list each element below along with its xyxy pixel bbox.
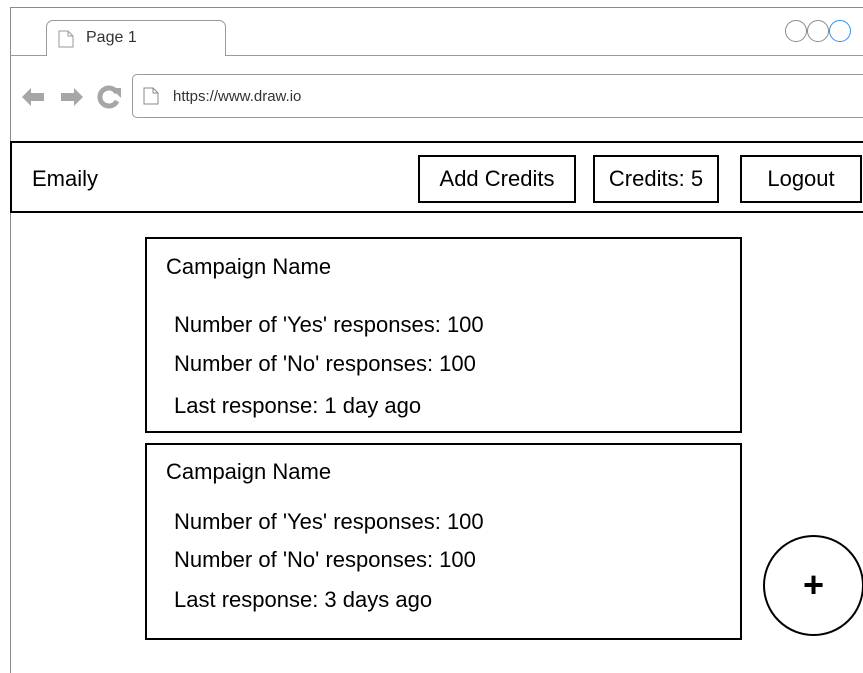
campaign-title: Campaign Name: [166, 254, 332, 279]
last-response-text: Last response: 1 day ago: [174, 393, 422, 418]
no-responses-text: Number of 'No' responses: 100: [174, 351, 476, 376]
logout-button[interactable]: Logout: [740, 155, 862, 203]
browser-tab[interactable]: Page 1: [46, 20, 226, 56]
campaign-card[interactable]: Campaign Name Number of 'Yes' responses:…: [145, 443, 742, 640]
add-credits-button[interactable]: Add Credits: [418, 155, 576, 203]
browser-window: Page 1 https://www.draw.io Emaily Add Cr…: [0, 0, 863, 673]
tab-title: Page 1: [86, 29, 137, 46]
window-control-circle-icon[interactable]: [807, 20, 829, 42]
credits-display: Credits: 5: [593, 155, 719, 203]
brand-logo[interactable]: Emaily: [32, 166, 98, 192]
window-control-circle-icon[interactable]: [829, 20, 851, 42]
add-campaign-button[interactable]: +: [763, 535, 863, 636]
address-bar[interactable]: https://www.draw.io: [132, 74, 863, 118]
yes-responses-text: Number of 'Yes' responses: 100: [174, 509, 484, 534]
campaign-card[interactable]: Campaign Name Number of 'Yes' responses:…: [145, 237, 742, 433]
yes-responses-text: Number of 'Yes' responses: 100: [174, 312, 484, 337]
last-response-text: Last response: 3 days ago: [174, 587, 433, 612]
reload-icon[interactable]: [97, 85, 121, 109]
back-arrow-icon[interactable]: [22, 88, 44, 106]
page-icon: [58, 30, 74, 48]
window-left-border: [10, 7, 11, 673]
url-text: https://www.draw.io: [173, 88, 302, 105]
window-top-border: [10, 7, 863, 8]
page-icon: [143, 87, 159, 105]
forward-arrow-icon[interactable]: [61, 88, 83, 106]
no-responses-text: Number of 'No' responses: 100: [174, 547, 476, 572]
campaign-title: Campaign Name: [166, 459, 332, 484]
window-control-circle-icon[interactable]: [785, 20, 807, 42]
